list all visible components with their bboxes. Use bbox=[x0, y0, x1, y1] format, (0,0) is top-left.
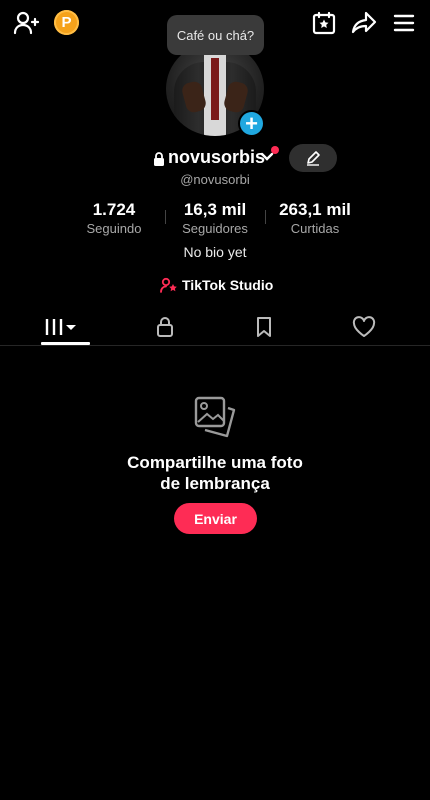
videos-grid-icon bbox=[45, 319, 76, 335]
photo-stack-icon bbox=[192, 394, 238, 440]
stat-value: 263,1 mil bbox=[279, 200, 351, 219]
tooltip-bubble[interactable]: Café ou chá? bbox=[167, 15, 264, 55]
empty-title-line1: Compartilhe uma foto bbox=[127, 453, 303, 472]
tiktok-studio-link[interactable]: TikTok Studio bbox=[160, 274, 273, 296]
empty-title-line2: de lembrança bbox=[160, 474, 270, 493]
profile-tabs bbox=[0, 306, 430, 346]
pencil-icon bbox=[307, 151, 320, 166]
tab-liked[interactable] bbox=[339, 312, 389, 342]
tab-saved[interactable] bbox=[239, 312, 289, 342]
liked-heart-icon bbox=[352, 316, 376, 337]
notification-dot bbox=[271, 146, 279, 154]
avatar-tie bbox=[211, 58, 219, 120]
username: novusorbis bbox=[168, 147, 266, 167]
calendar-star-icon[interactable] bbox=[310, 9, 338, 37]
add-avatar-plus-icon[interactable]: + bbox=[238, 110, 265, 137]
private-lock-icon bbox=[153, 152, 165, 166]
studio-user-star-icon bbox=[160, 277, 177, 293]
coin-icon[interactable]: P bbox=[54, 10, 79, 35]
bookmark-icon bbox=[257, 317, 271, 337]
tab-private[interactable] bbox=[140, 312, 190, 342]
stats-row: 1.724 Seguindo 16,3 mil Seguidores 263,1… bbox=[0, 200, 430, 240]
stat-value: 16,3 mil bbox=[183, 200, 247, 219]
add-user-icon[interactable] bbox=[12, 9, 40, 37]
studio-label: TikTok Studio bbox=[182, 277, 274, 293]
stat-followers[interactable]: 16,3 mil Seguidores bbox=[175, 200, 255, 236]
username-row: novusorbis bbox=[0, 144, 430, 174]
stat-likes[interactable]: 263,1 mil Curtidas bbox=[275, 200, 355, 236]
stat-label: Curtidas bbox=[290, 221, 340, 236]
stat-label: Seguidores bbox=[182, 221, 248, 236]
user-handle: @novusorbi bbox=[180, 172, 250, 187]
active-tab-indicator bbox=[41, 342, 90, 345]
share-icon[interactable] bbox=[350, 9, 378, 37]
empty-state-title: Compartilhe uma foto de lembrança bbox=[0, 452, 430, 494]
stat-value: 1.724 bbox=[92, 200, 136, 219]
private-lock-icon bbox=[157, 317, 173, 337]
bio-text[interactable]: No bio yet bbox=[0, 244, 430, 260]
stat-divider bbox=[265, 210, 266, 224]
stat-following[interactable]: 1.724 Seguindo bbox=[80, 200, 148, 236]
upload-button[interactable]: Enviar bbox=[174, 503, 257, 534]
tab-videos[interactable] bbox=[36, 312, 86, 342]
stat-label: Seguindo bbox=[86, 221, 142, 236]
edit-profile-button[interactable] bbox=[289, 144, 337, 172]
menu-icon[interactable] bbox=[390, 9, 418, 37]
stat-divider bbox=[165, 210, 166, 224]
